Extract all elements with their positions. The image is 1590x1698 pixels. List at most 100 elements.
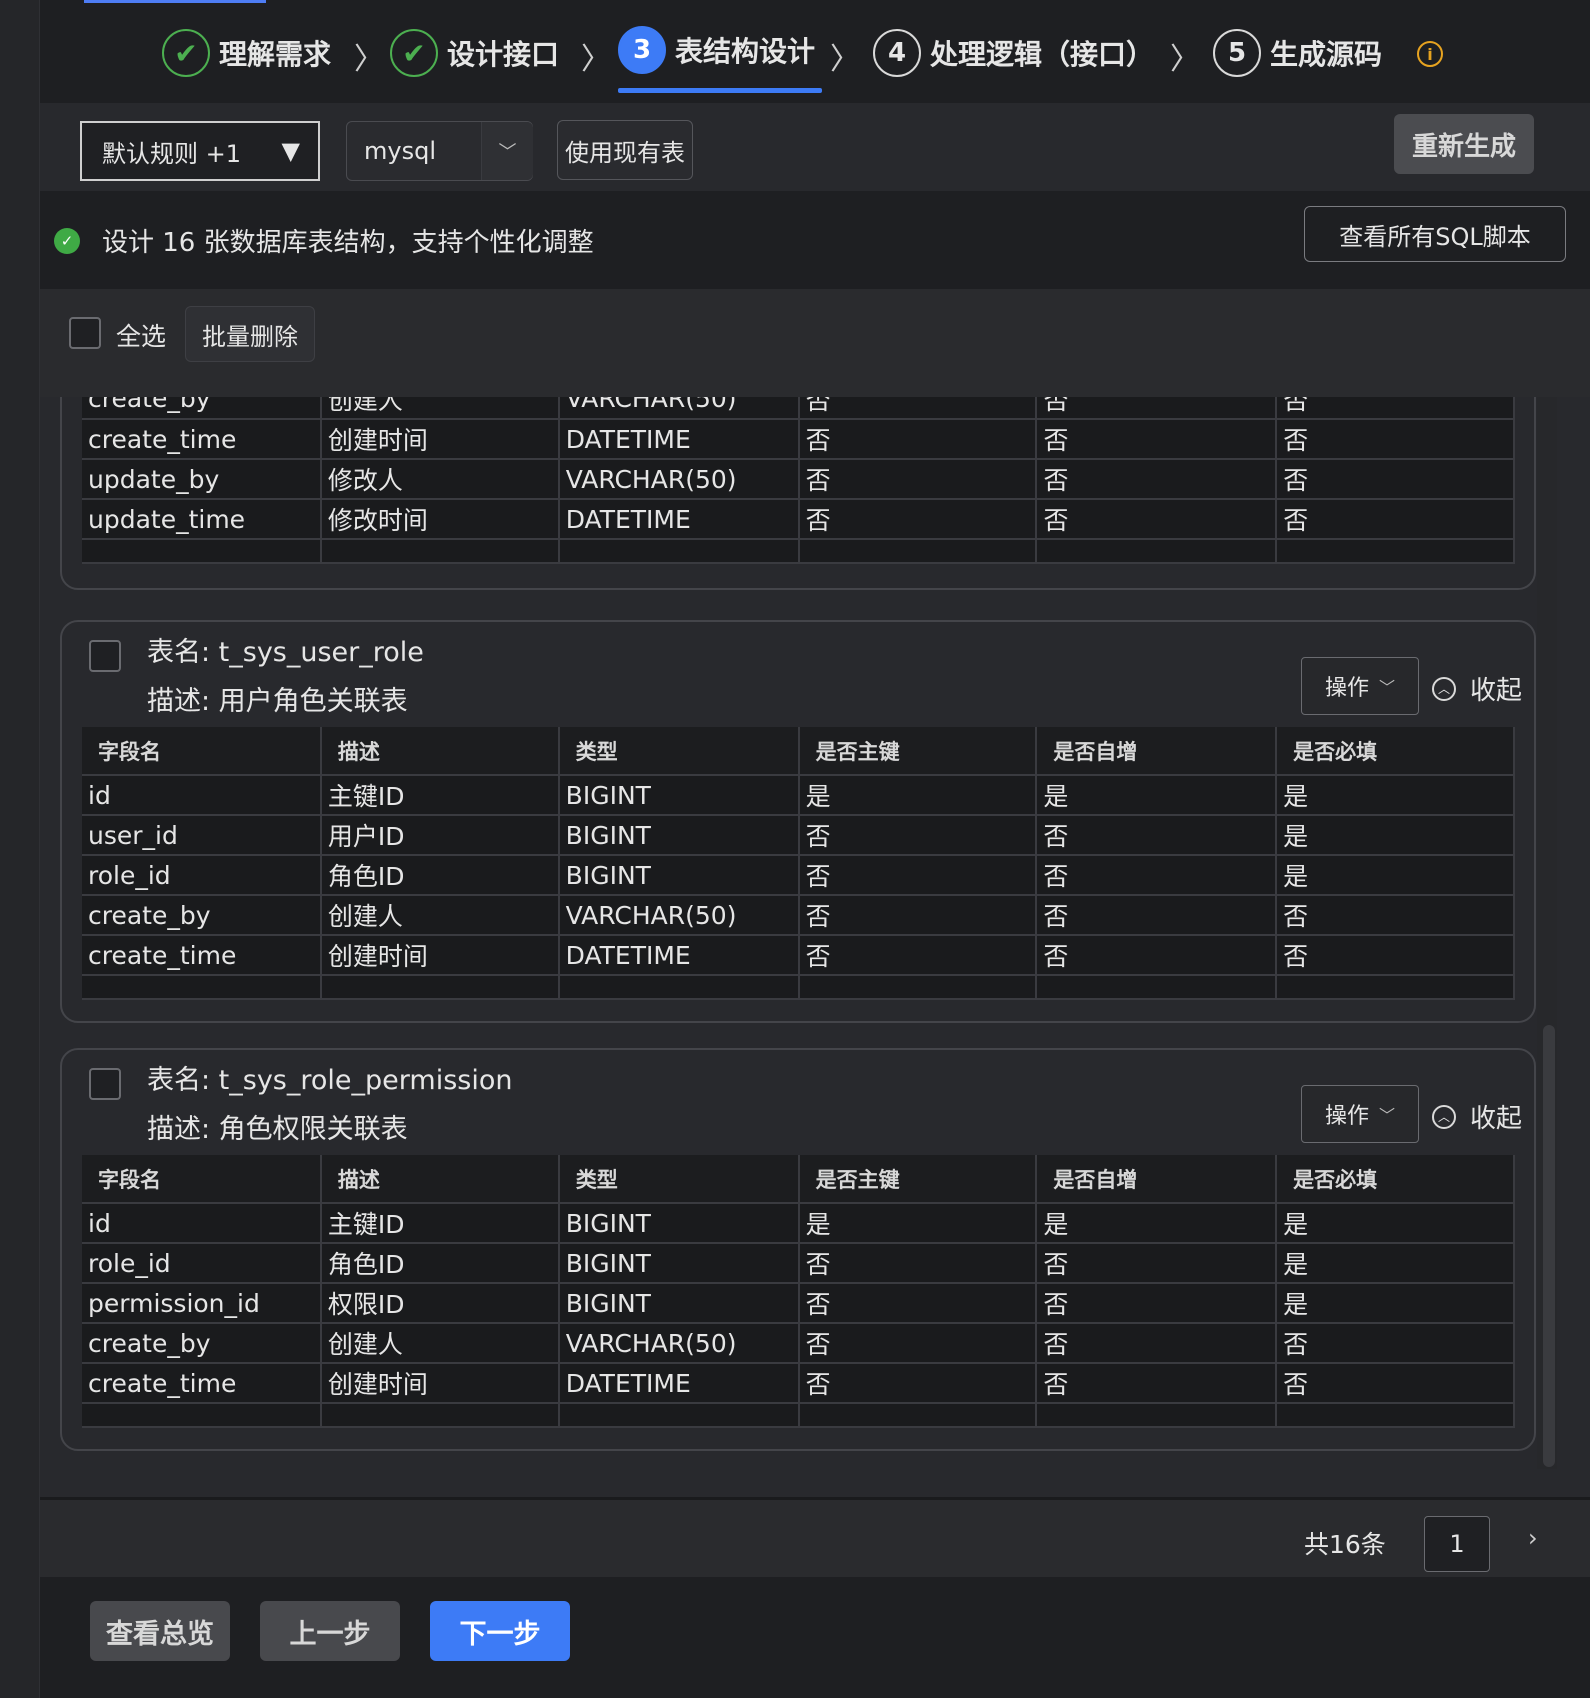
step-number-badge: 5: [1213, 29, 1261, 77]
table-select-checkbox[interactable]: [89, 1068, 121, 1100]
cell: DATETIME: [558, 499, 800, 540]
use-existing-table-button[interactable]: 使用现有表: [557, 120, 693, 180]
cell: 否: [798, 419, 1038, 460]
cell: id: [82, 775, 322, 816]
table-card-partial: create_by 创建人 VARCHAR(50) 否 否 否 create_t…: [60, 397, 1536, 590]
rule-select[interactable]: 默认规则 +1 ▼: [80, 121, 320, 181]
collapse-label: 收起: [1470, 676, 1523, 706]
column-header: 是否主键: [798, 1155, 1038, 1204]
step-5[interactable]: 5 生成源码: [1213, 28, 1382, 78]
cell: 否: [1036, 499, 1278, 540]
table-list[interactable]: create_by 创建人 VARCHAR(50) 否 否 否 create_t…: [40, 397, 1590, 1497]
fields-table: 字段名 描述 类型 是否主键 是否自增 是否必填 id 主键ID BIGINT …: [82, 727, 1515, 1000]
step-2-label: 设计接口: [447, 38, 560, 71]
table-row: create_by 创建人 VARCHAR(50) 否 否 否: [82, 397, 1515, 420]
cell: BIGINT: [558, 815, 800, 856]
regenerate-button[interactable]: 重新生成: [1394, 114, 1534, 174]
pagination: 共16条 1 ›: [40, 1497, 1590, 1577]
current-page[interactable]: 1: [1424, 1516, 1490, 1572]
cell: 创建时间: [320, 419, 560, 460]
cell: 是: [798, 1203, 1038, 1244]
chevron-right-icon: 〉: [354, 42, 384, 77]
chevron-right-icon[interactable]: ›: [1528, 1524, 1538, 1552]
step-3[interactable]: 3 表结构设计: [618, 25, 815, 75]
view-overview-button[interactable]: 查看总览: [90, 1601, 230, 1661]
cell: 修改人: [320, 459, 560, 500]
cell: 否: [1036, 815, 1278, 856]
cell: 否: [1276, 895, 1515, 936]
cell: 否: [798, 1363, 1038, 1404]
cell: 修改时间: [320, 499, 560, 540]
cell: 否: [1276, 397, 1515, 420]
cell: role_id: [82, 855, 322, 896]
check-icon: ✔: [162, 29, 210, 77]
chevron-right-icon: 〉: [830, 42, 860, 77]
table-row: role_id 角色ID BIGINT 否 否 是: [82, 1243, 1515, 1284]
cell: update_by: [82, 459, 322, 500]
cell: 否: [1036, 935, 1278, 976]
column-header: 字段名: [82, 1155, 322, 1204]
table-select-checkbox[interactable]: [89, 640, 121, 672]
cell: DATETIME: [558, 935, 800, 976]
toolbar: 默认规则 +1 ▼ mysql ﹀ 使用现有表 重新生成: [40, 103, 1590, 191]
table-row: id 主键ID BIGINT 是 是 是: [82, 1203, 1515, 1244]
next-step-button[interactable]: 下一步: [430, 1601, 570, 1661]
table-card: 表名: t_sys_role_permission 描述: 角色权限关联表 操作…: [60, 1048, 1536, 1451]
select-all-checkbox[interactable]: [69, 317, 101, 349]
cell: 否: [798, 1243, 1038, 1284]
cell: 是: [1276, 1203, 1515, 1244]
cell: user_id: [82, 815, 322, 856]
table-row: create_time 创建时间 DATETIME 否 否 否: [82, 419, 1515, 460]
table-row: create_by 创建人 VARCHAR(50) 否 否 否: [82, 1323, 1515, 1364]
cell: VARCHAR(50): [558, 459, 800, 500]
table-header-row: 字段名 描述 类型 是否主键 是否自增 是否必填: [82, 727, 1515, 776]
step-4[interactable]: 4 处理逻辑（接口）: [873, 28, 1154, 78]
table-row: permission_id 权限ID BIGINT 否 否 是: [82, 1283, 1515, 1324]
database-select[interactable]: mysql ﹀: [346, 121, 533, 181]
cell: 主键ID: [320, 1203, 560, 1244]
cell: BIGINT: [558, 1243, 800, 1284]
batch-delete-button[interactable]: 批量删除: [185, 306, 315, 362]
top-accent-line: [84, 0, 266, 3]
cell: id: [82, 1203, 322, 1244]
cell: 否: [1036, 1363, 1278, 1404]
cell: VARCHAR(50): [558, 895, 800, 936]
step-2[interactable]: ✔ 设计接口: [390, 28, 559, 78]
cell: permission_id: [82, 1283, 322, 1324]
info-icon[interactable]: i: [1417, 41, 1443, 67]
column-header: 是否必填: [1276, 727, 1515, 776]
cell: BIGINT: [558, 855, 800, 896]
table-row: update_by 修改人 VARCHAR(50) 否 否 否: [82, 459, 1515, 500]
cell: update_time: [82, 499, 322, 540]
cell: 是: [1276, 775, 1515, 816]
table-name: 表名: t_sys_user_role: [147, 637, 424, 668]
collapse-label: 收起: [1470, 1104, 1523, 1134]
table-row: create_by 创建人 VARCHAR(50) 否 否 否: [82, 895, 1515, 936]
operation-dropdown[interactable]: 操作 ﹀: [1301, 1085, 1419, 1143]
cell: 否: [1276, 1323, 1515, 1364]
table-spacer-row: [82, 1403, 1515, 1428]
table-description: 描述: 用户角色关联表: [147, 686, 408, 717]
operation-dropdown[interactable]: 操作 ﹀: [1301, 657, 1419, 715]
table-row: id 主键ID BIGINT 是 是 是: [82, 775, 1515, 816]
cell: 创建时间: [320, 935, 560, 976]
table-row: update_time 修改时间 DATETIME 否 否 否: [82, 499, 1515, 540]
cell: DATETIME: [558, 419, 800, 460]
scrollbar-thumb[interactable]: [1543, 1025, 1555, 1467]
cell: 否: [1276, 459, 1515, 500]
cell: 权限ID: [320, 1283, 560, 1324]
collapse-button[interactable]: ︿ 收起: [1432, 670, 1522, 707]
cell: 否: [1036, 895, 1278, 936]
cell: DATETIME: [558, 1363, 800, 1404]
previous-step-button[interactable]: 上一步: [260, 1601, 400, 1661]
select-all-label: 全选: [116, 322, 167, 351]
cell: 否: [798, 815, 1038, 856]
step-1[interactable]: ✔ 理解需求: [162, 28, 331, 78]
cell: BIGINT: [558, 1203, 800, 1244]
step-number-badge: 4: [873, 29, 921, 77]
cell: 否: [798, 1323, 1038, 1364]
collapse-button[interactable]: ︿ 收起: [1432, 1098, 1522, 1135]
left-gutter: [0, 0, 40, 1698]
view-all-sql-button[interactable]: 查看所有SQL脚本: [1304, 206, 1566, 262]
step-1-label: 理解需求: [219, 38, 332, 71]
